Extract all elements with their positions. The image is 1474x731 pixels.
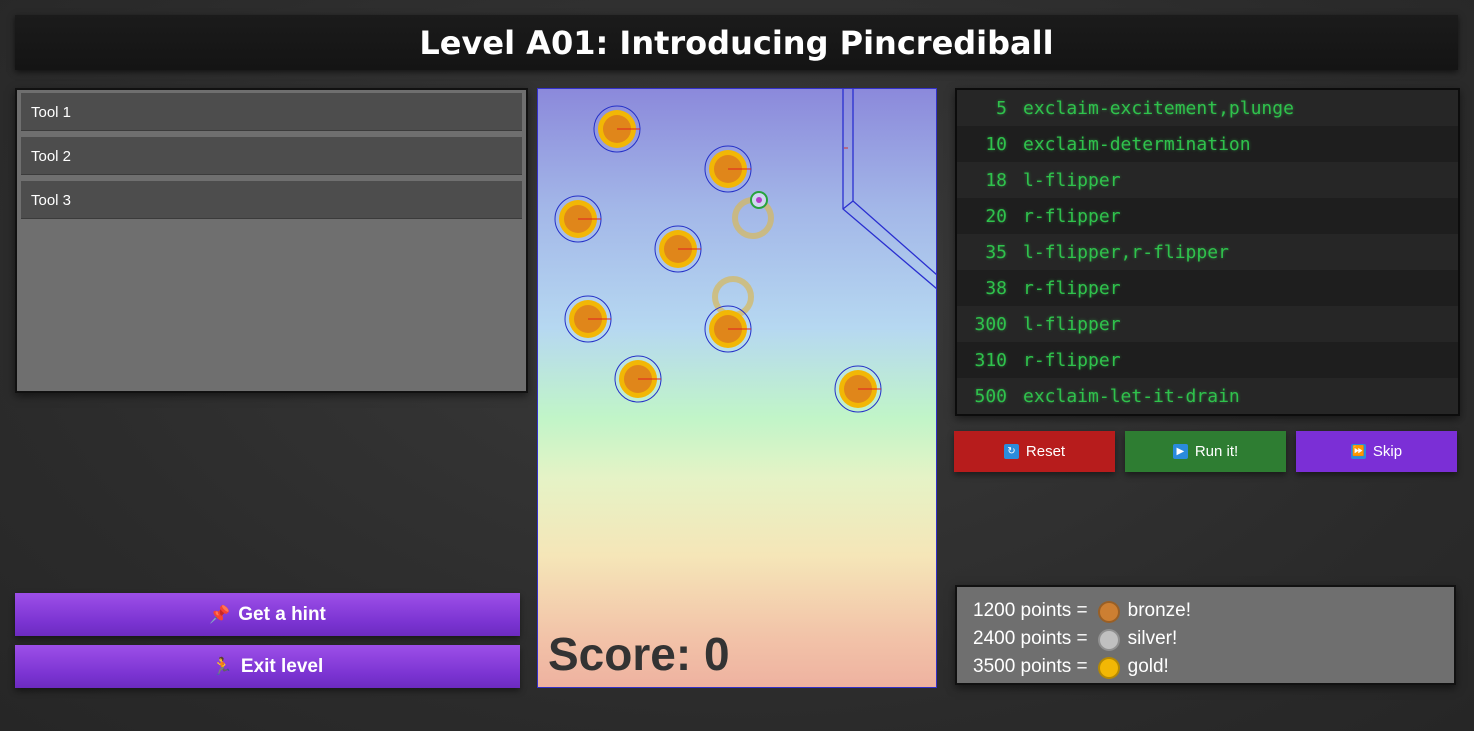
- script-row[interactable]: 300 l-flipper: [957, 306, 1458, 342]
- script-action: exclaim-determination: [1023, 133, 1251, 155]
- script-row[interactable]: 20 r-flipper: [957, 198, 1458, 234]
- score-display: Score: 0: [548, 628, 730, 680]
- hint-icon: 📌: [209, 604, 231, 624]
- script-action: l-flipper: [1023, 169, 1121, 191]
- script-action: r-flipper: [1023, 277, 1121, 299]
- medal-name: gold!: [1127, 656, 1169, 677]
- tool-item-1[interactable]: Tool 1: [21, 93, 522, 131]
- tools-panel: Tool 1 Tool 2 Tool 3: [15, 88, 528, 393]
- tool-item-2[interactable]: Tool 2: [21, 137, 522, 175]
- reset-label: Reset: [1025, 443, 1066, 460]
- medal-points: 3500 points =: [973, 656, 1088, 677]
- script-action: exclaim-excitement,plunge: [1023, 97, 1294, 119]
- script-time: 500: [974, 385, 1007, 407]
- play-icon: ▶: [1172, 444, 1188, 459]
- medal-row-bronze: 1200 points = bronze!: [973, 597, 1438, 625]
- script-row[interactable]: 35 l-flipper,r-flipper: [957, 234, 1458, 270]
- script-action: l-flipper: [1023, 313, 1121, 335]
- script-time: 18: [985, 169, 1007, 191]
- gold-medal-icon: [1097, 657, 1120, 679]
- exit-level-button[interactable]: 🏃 Exit level: [15, 645, 520, 688]
- script-time: 300: [974, 313, 1007, 335]
- script-row[interactable]: 38 r-flipper: [957, 270, 1458, 306]
- script-time: 20: [985, 205, 1007, 227]
- script-panel: 5 exclaim-excitement,plunge 10 exclaim-det…: [955, 88, 1460, 416]
- bronze-medal-icon: [1097, 601, 1120, 623]
- script-action: r-flipper: [1023, 349, 1121, 371]
- medal-points: 1200 points =: [973, 600, 1088, 621]
- medal-name: bronze!: [1127, 600, 1191, 621]
- tool-item-3[interactable]: Tool 3: [21, 181, 522, 219]
- script-action: r-flipper: [1023, 205, 1121, 227]
- skip-button[interactable]: ⏩ Skip: [1296, 431, 1457, 472]
- script-action: exclaim-let-it-drain: [1023, 385, 1240, 407]
- silver-medal-icon: [1097, 629, 1120, 651]
- script-time: 38: [985, 277, 1007, 299]
- medal-name: silver!: [1127, 628, 1178, 649]
- script-time: 10: [985, 133, 1007, 155]
- script-time: 35: [985, 241, 1007, 263]
- script-time: 310: [974, 349, 1007, 371]
- medal-row-gold: 3500 points = gold!: [973, 653, 1438, 681]
- lane-wall-inner: [842, 89, 936, 290]
- get-hint-label: Get a hint: [238, 603, 326, 625]
- medal-points: 2400 points =: [973, 628, 1088, 649]
- script-row[interactable]: 10 exclaim-determination: [957, 126, 1458, 162]
- game-board[interactable]: Score: 0: [537, 88, 937, 688]
- reset-icon: ↻: [1003, 444, 1019, 459]
- get-hint-button[interactable]: 📌 Get a hint: [15, 593, 520, 636]
- running-person-icon: 🏃: [211, 656, 233, 676]
- reset-button[interactable]: ↻ Reset: [954, 431, 1115, 472]
- script-row[interactable]: 500 exclaim-let-it-drain: [957, 378, 1458, 414]
- ring-bumper: [712, 276, 754, 318]
- pinball-playfield: [554, 89, 936, 413]
- fast-forward-icon: ⏩: [1350, 444, 1366, 459]
- run-button[interactable]: ▶ Run it!: [1125, 431, 1286, 472]
- script-action: l-flipper,r-flipper: [1023, 241, 1229, 263]
- exit-level-label: Exit level: [240, 655, 324, 677]
- medal-row-silver: 2400 points = silver!: [973, 625, 1438, 653]
- level-title: Level A01: Introducing Pincrediball: [419, 23, 1054, 62]
- medal-thresholds: 1200 points = bronze! 2400 points = silv…: [955, 585, 1456, 685]
- lane-wall-outer: [852, 89, 936, 275]
- script-row[interactable]: 5 exclaim-excitement,plunge: [957, 90, 1458, 126]
- run-label: Run it!: [1194, 443, 1239, 460]
- script-time: 5: [996, 97, 1007, 119]
- script-row[interactable]: 310 r-flipper: [957, 342, 1458, 378]
- script-row[interactable]: 18 l-flipper: [957, 162, 1458, 198]
- skip-label: Skip: [1372, 443, 1403, 460]
- title-bar: Level A01: Introducing Pincrediball: [15, 15, 1458, 70]
